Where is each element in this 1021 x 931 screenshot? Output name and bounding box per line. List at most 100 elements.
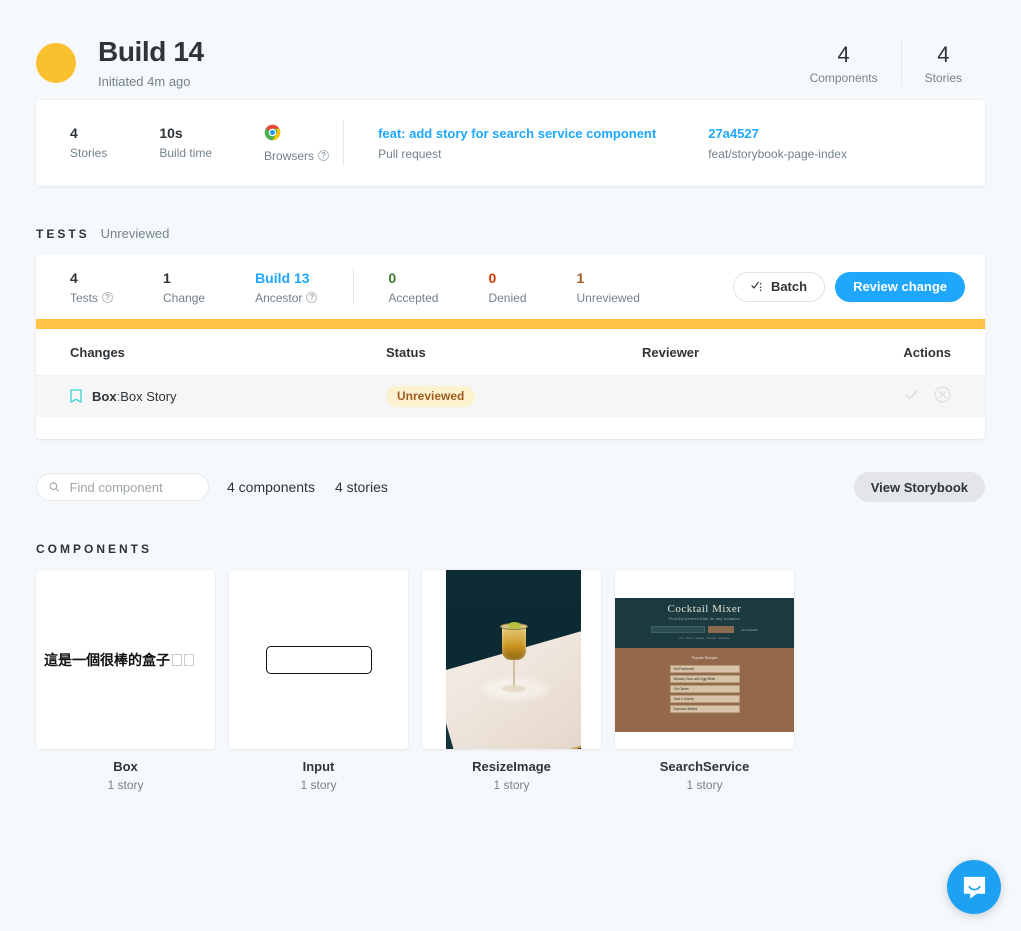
cocktail-mixer-list: Old Fashioned Whiskey Sour with Egg Whit… xyxy=(615,665,794,713)
cocktail-photo xyxy=(422,570,601,749)
changes-table-header: Changes Status Reviewer Actions xyxy=(36,329,985,375)
list-item[interactable]: Dark n Stormy xyxy=(669,695,740,703)
tests-card: 4 Tests ? 1 Change Build 13 Ancestor ? 0… xyxy=(36,254,985,439)
review-change-button[interactable]: Review change xyxy=(835,271,965,302)
tofu-glyph-icon xyxy=(184,653,194,666)
test-stat-accepted: 0 Accepted xyxy=(388,269,438,305)
accepted-label-text: Accepted xyxy=(388,290,439,305)
component-name: Box xyxy=(113,759,138,774)
info-divider xyxy=(343,120,345,166)
unreviewed-value: 1 xyxy=(576,269,585,286)
build-header: Build 14 Initiated 4m ago 4 Components 4… xyxy=(0,0,1021,100)
box-preview-content: 這是一個很棒的盒子 xyxy=(36,650,215,670)
branch-name: feat/storybook-page-index xyxy=(708,147,847,161)
column-header-changes: Changes xyxy=(70,344,125,360)
info-stories-value: 4 xyxy=(70,124,78,141)
box-preview-thumb[interactable]: 這是一個很棒的盒子 xyxy=(36,570,215,749)
commit-link[interactable]: 27a4527 xyxy=(708,125,847,143)
info-browsers-label-text: Browsers xyxy=(264,148,315,163)
component-card-box[interactable]: 這是一個很棒的盒子 Box 1 story xyxy=(36,570,215,792)
tests-value: 4 xyxy=(70,269,78,286)
circle-x-icon[interactable] xyxy=(934,385,951,403)
list-item[interactable]: Espresso Martini xyxy=(669,705,740,713)
tests-help-icon[interactable]: ? xyxy=(102,292,114,303)
resizeimage-preview-thumb[interactable] xyxy=(422,570,601,749)
build-info-source: feat: add story for search service compo… xyxy=(378,125,899,161)
search-box[interactable] xyxy=(36,473,209,501)
denied-value: 0 xyxy=(488,269,497,286)
component-story-count: 1 story xyxy=(107,778,144,792)
list-item[interactable]: Gin Gimlet xyxy=(669,685,740,693)
glass-stem xyxy=(513,659,515,687)
ancestor-label: Ancestor ? xyxy=(255,291,318,305)
row-story-name: Box Story xyxy=(120,389,177,404)
tests-card-footer xyxy=(36,417,985,439)
change-value: 1 xyxy=(163,269,171,286)
components-count-value: 4 xyxy=(837,41,850,67)
components-count-label: Components xyxy=(809,71,878,86)
component-card-searchservice[interactable]: Cocktail Mixer Find the perfect drink fo… xyxy=(615,570,794,792)
header-stat-stories: 4 Stories xyxy=(900,40,985,86)
chrome-icon xyxy=(264,124,281,140)
test-stat-change: 1 Change xyxy=(163,269,205,305)
test-stat-denied: 0 Denied xyxy=(488,269,526,305)
status-badge: Unreviewed xyxy=(386,386,476,407)
table-row[interactable]: Box:Box Story Unreviewed xyxy=(36,375,985,417)
cocktail-mixer-header: Cocktail Mixer Find the perfect drink fo… xyxy=(615,598,794,648)
tests-summary-divider xyxy=(353,268,355,305)
cocktail-mixer-search-input[interactable] xyxy=(651,626,706,633)
info-stories: 4 Stories xyxy=(70,124,107,160)
stories-count-value: 4 xyxy=(937,41,950,67)
build-page: Build 14 Initiated 4m ago 4 Components 4… xyxy=(0,0,1021,931)
tests-summary: 4 Tests ? 1 Change Build 13 Ancestor ? 0… xyxy=(36,254,985,319)
search-input[interactable] xyxy=(67,478,196,496)
input-preview-thumb[interactable] xyxy=(229,570,408,749)
list-item[interactable]: Whiskey Sour with Egg White xyxy=(669,675,740,683)
info-build-time: 10s Build time xyxy=(159,124,212,160)
check-icon[interactable] xyxy=(903,386,920,403)
test-stat-unreviewed: 1 Unreviewed xyxy=(577,269,640,305)
cocktail-photo-inner xyxy=(446,570,581,749)
cocktail-mixer-nav-link[interactable]: All Cocktails xyxy=(741,628,757,632)
tofu-glyph-icon xyxy=(172,653,182,666)
accepted-label: Accepted xyxy=(388,291,438,305)
info-browsers-value xyxy=(264,124,329,145)
tests-action-buttons: Batch Review change xyxy=(732,271,965,302)
cocktail-mixer-page: Cocktail Mixer Find the perfect drink fo… xyxy=(615,570,794,749)
tests-section-header: TESTS Unreviewed xyxy=(36,226,985,241)
stories-count-text: 4 stories xyxy=(334,479,388,495)
build-status-bar xyxy=(36,319,985,329)
view-storybook-button[interactable]: View Storybook xyxy=(853,472,985,502)
info-browsers-label: Browsers ? xyxy=(264,148,330,163)
ancestor-help-icon[interactable]: ? xyxy=(306,292,318,303)
test-stat-tests: 4 Tests ? xyxy=(70,269,114,305)
build-status-dot xyxy=(36,43,76,83)
change-label-text: Change xyxy=(163,290,206,305)
chat-bubble-icon xyxy=(963,876,985,899)
pull-request-link[interactable]: feat: add story for search service compo… xyxy=(378,125,656,143)
tests-section-title: TESTS xyxy=(36,227,90,241)
row-change-name: Box:Box Story xyxy=(92,389,177,404)
batch-button[interactable]: Batch xyxy=(732,271,826,302)
ancestor-build-link[interactable]: Build 13 xyxy=(255,269,317,287)
unreviewed-label: Unreviewed xyxy=(577,291,640,305)
browsers-help-icon[interactable]: ? xyxy=(318,150,330,161)
list-item[interactable]: Old Fashioned xyxy=(669,665,740,673)
intercom-launcher-button[interactable] xyxy=(947,860,1001,914)
info-browsers: Browsers ? xyxy=(264,124,330,163)
build-title-block: Build 14 Initiated 4m ago xyxy=(98,36,787,89)
component-card-input[interactable]: Input 1 story xyxy=(229,570,408,792)
row-actions-cell xyxy=(886,385,951,408)
component-card-resizeimage[interactable]: ResizeImage 1 story xyxy=(422,570,601,792)
searchservice-preview-thumb[interactable]: Cocktail Mixer Find the perfect drink fo… xyxy=(615,570,794,749)
row-action-icons xyxy=(903,385,951,403)
info-build-time-label: Build time xyxy=(159,146,212,160)
cocktail-mixer-search-button[interactable] xyxy=(708,626,735,633)
cocktail-mixer-inner: Cocktail Mixer Find the perfect drink fo… xyxy=(615,598,794,732)
glass-bowl xyxy=(502,626,526,660)
tests-label-text: Tests xyxy=(70,290,99,305)
info-build-time-label-text: Build time xyxy=(159,145,213,160)
tests-label: Tests ? xyxy=(70,290,114,305)
component-counts: 4 components 4 stories xyxy=(227,479,388,495)
component-story-count: 1 story xyxy=(686,778,723,792)
